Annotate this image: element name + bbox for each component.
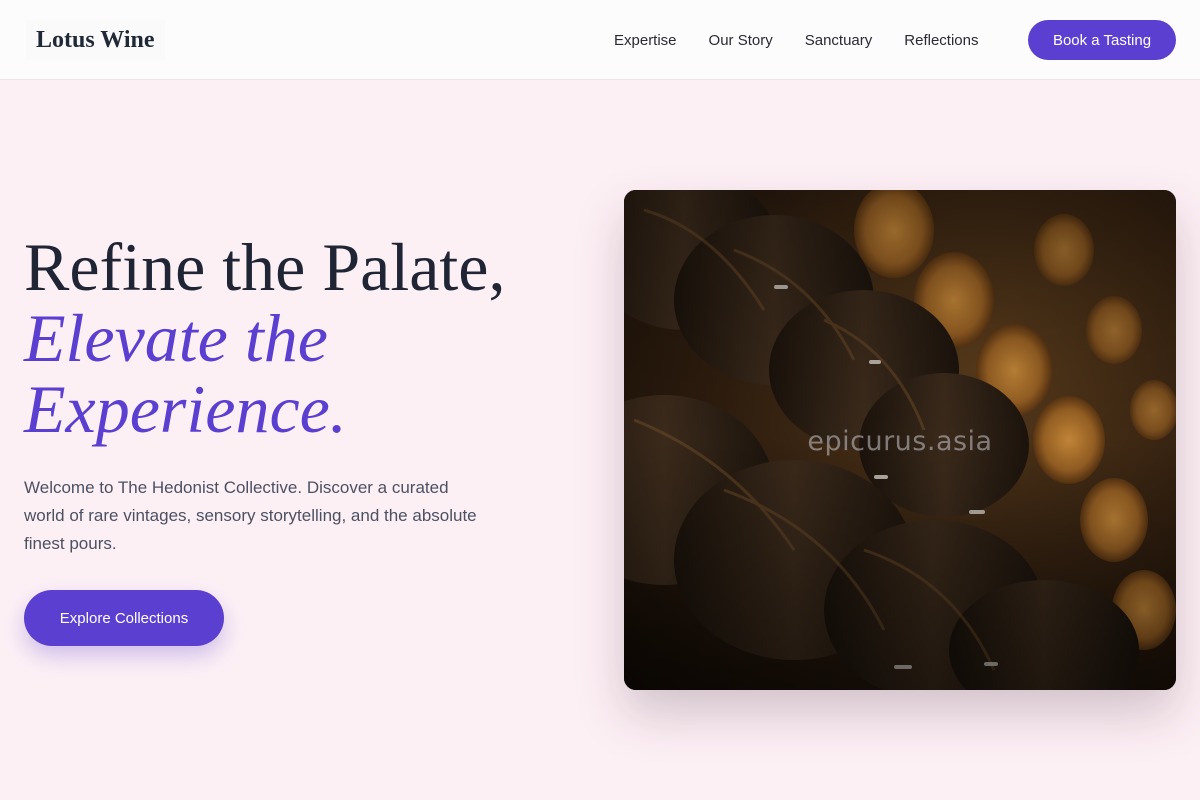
hero-title-line: Refine the Palate, (24, 229, 506, 305)
nav-link-our-story[interactable]: Our Story (709, 32, 773, 49)
main-nav: Expertise Our Story Sanctuary Reflection… (598, 0, 1010, 80)
explore-collections-button[interactable]: Explore Collections (24, 590, 224, 646)
nav-link-sanctuary[interactable]: Sanctuary (805, 32, 873, 49)
image-watermark: epicurus.asia (807, 426, 993, 457)
nav-link-reflections[interactable]: Reflections (904, 32, 978, 49)
hero-description: Welcome to The Hedonist Collective. Disc… (24, 478, 477, 553)
hero-image: epicurus.asia (624, 190, 1176, 690)
book-tasting-button[interactable]: Book a Tasting (1028, 20, 1176, 60)
brand-logo[interactable]: Lotus Wine (26, 20, 165, 60)
hero-title-accent: Elevate the Experience. (24, 300, 347, 447)
nav-link-expertise[interactable]: Expertise (614, 32, 677, 49)
site-header: Lotus Wine Expertise Our Story Sanctuary… (0, 0, 1200, 80)
hero-title: Refine the Palate, Elevate the Experienc… (24, 232, 604, 445)
